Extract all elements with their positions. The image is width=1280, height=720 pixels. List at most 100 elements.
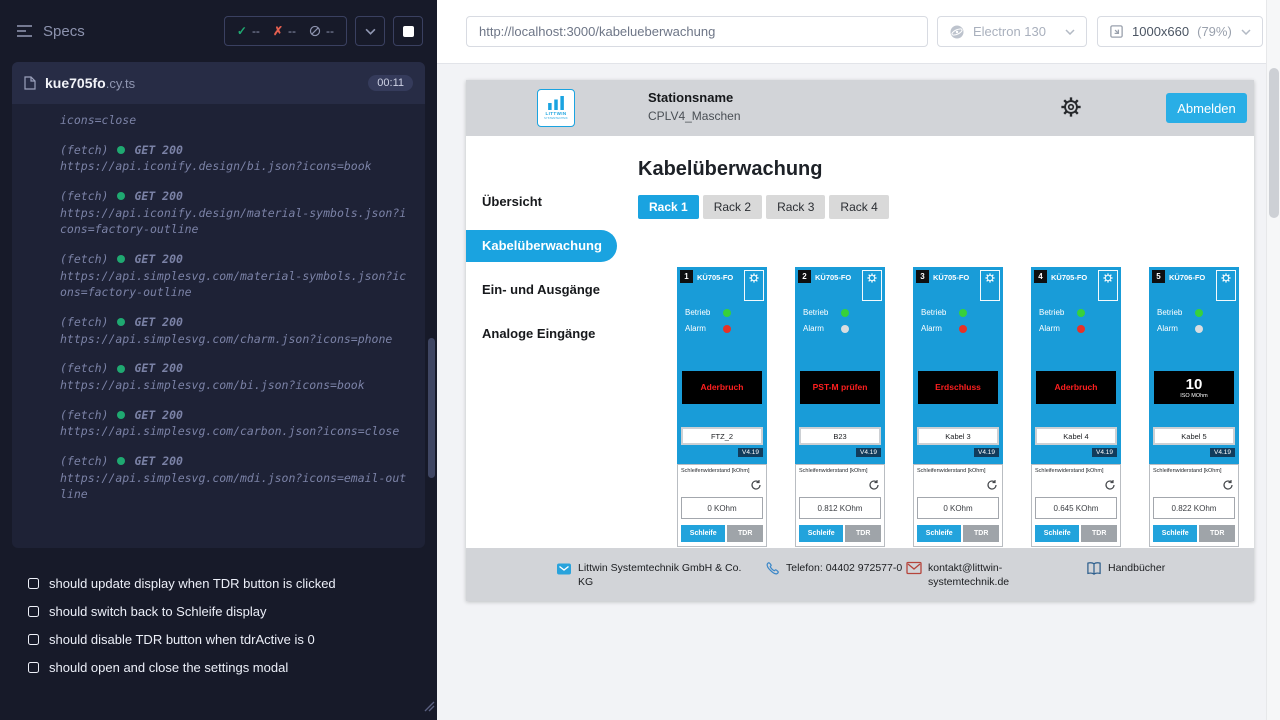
- stop-icon: [403, 26, 414, 37]
- refresh-icon: [1222, 479, 1234, 491]
- card-gear-icon[interactable]: [1103, 273, 1113, 283]
- window-scrollbar-thumb[interactable]: [1269, 68, 1279, 218]
- alarm-row: Alarm: [1039, 324, 1085, 333]
- rack-tab[interactable]: Rack 4: [829, 195, 888, 219]
- log-entry[interactable]: (fetch) GET 200 https://api.simplesvg.co…: [60, 360, 413, 393]
- rack-tab[interactable]: Rack 2: [703, 195, 762, 219]
- refresh-button[interactable]: [868, 478, 880, 496]
- alarm-led: [723, 325, 731, 333]
- measurement-panel: Schleifenwiderstand [kOhm] 0 KOhm Schlei…: [913, 464, 1003, 547]
- fault-text: Aderbruch: [1053, 383, 1100, 393]
- spec-extension: .cy.ts: [106, 76, 135, 91]
- card-gear-icon[interactable]: [867, 273, 877, 283]
- log-entry[interactable]: (fetch) GET 200 https://api.simplesvg.co…: [60, 314, 413, 347]
- slot-number: 2: [798, 270, 811, 283]
- spec-header: kue705fo.cy.ts 00:11: [12, 62, 425, 104]
- sidebar-item[interactable]: Übersicht: [466, 186, 622, 218]
- log-entry-url: icons=close: [60, 112, 413, 129]
- log-entry[interactable]: (fetch) GET 200 https://api.simplesvg.co…: [60, 407, 413, 440]
- refresh-button[interactable]: [986, 478, 998, 496]
- alarm-label: Alarm: [803, 324, 833, 333]
- stat-failed: ✗--: [273, 24, 296, 38]
- test-list-item[interactable]: should open and close the settings modal: [0, 654, 437, 682]
- betrieb-led: [723, 309, 731, 317]
- schleife-button[interactable]: Schleife: [681, 525, 725, 542]
- log-entry-status: GET 200: [134, 142, 182, 159]
- test-state-icon: [28, 578, 39, 589]
- spec-panel: kue705fo.cy.ts 00:11 icons=close (fetch)…: [12, 62, 425, 548]
- device-card: 2 KÜ705-FO Betrieb: [795, 267, 885, 547]
- footer-email[interactable]: kontakt@littwin-systemtechnik.de: [906, 561, 1020, 589]
- app-footer: Littwin Systemtechnik GmbH & Co. KG Tele…: [466, 548, 1254, 601]
- refresh-icon: [986, 479, 998, 491]
- check-icon: ✓: [237, 24, 247, 38]
- log-entry[interactable]: (fetch) GET 200 https://api.simplesvg.co…: [60, 251, 413, 301]
- status-display: Erdschluss: [918, 371, 998, 404]
- rack-tab[interactable]: Rack 3: [766, 195, 825, 219]
- runner-scrollbar-thumb[interactable]: [428, 338, 435, 478]
- log-entry-status: GET 200: [134, 188, 182, 205]
- card-gear-icon[interactable]: [749, 273, 759, 283]
- status-display: Aderbruch: [682, 371, 762, 404]
- log-entry-type: (fetch): [60, 407, 108, 424]
- sidebar-item-label: Analoge Eingänge: [482, 326, 595, 341]
- betrieb-led: [959, 309, 967, 317]
- betrieb-led: [1195, 309, 1203, 317]
- log-entry[interactable]: icons=close: [60, 112, 413, 129]
- fault-text: Aderbruch: [699, 383, 746, 393]
- collapse-button[interactable]: [355, 16, 385, 46]
- tdr-button[interactable]: TDR: [963, 525, 999, 542]
- footer-manuals[interactable]: Handbücher: [1086, 561, 1165, 576]
- stop-button[interactable]: [393, 16, 423, 46]
- log-entry-head: (fetch) GET 200: [60, 314, 413, 331]
- mode-buttons: Schleife TDR: [1035, 525, 1117, 542]
- sidebar-item[interactable]: Kabelüberwachung: [466, 230, 617, 262]
- log-entry[interactable]: (fetch) GET 200 https://api.iconify.desi…: [60, 188, 413, 238]
- url-input[interactable]: [466, 16, 928, 47]
- display-value: 10: [1186, 377, 1203, 392]
- tdr-button[interactable]: TDR: [1081, 525, 1117, 542]
- tdr-button[interactable]: TDR: [1199, 525, 1235, 542]
- status-dot-icon: [117, 192, 125, 200]
- panel-resize-handle[interactable]: [423, 699, 435, 717]
- device-cards: 1 KÜ705-FO Betrieb: [677, 267, 1254, 547]
- logout-button[interactable]: Abmelden: [1166, 93, 1247, 123]
- test-list-item[interactable]: should update display when TDR button is…: [0, 570, 437, 598]
- viewport-select[interactable]: 1000x660 (79%): [1097, 16, 1263, 47]
- rack-tab[interactable]: Rack 1: [638, 195, 699, 219]
- log-entry-head: (fetch) GET 200: [60, 142, 413, 159]
- spec-name[interactable]: kue705fo.cy.ts: [45, 75, 135, 91]
- sidebar-item[interactable]: Ein- und Ausgänge: [466, 274, 622, 306]
- log-entry-url: https://api.simplesvg.com/carbon.json?ic…: [60, 423, 413, 440]
- firmware-version: V4.19: [738, 448, 763, 457]
- schleife-button[interactable]: Schleife: [917, 525, 961, 542]
- betrieb-row: Betrieb: [685, 308, 731, 317]
- tdr-button[interactable]: TDR: [845, 525, 881, 542]
- specs-toggle[interactable]: Specs: [16, 23, 85, 40]
- schleife-button[interactable]: Schleife: [799, 525, 843, 542]
- log-entry-head: (fetch) GET 200: [60, 188, 413, 205]
- test-list-item[interactable]: should switch back to Schleife display: [0, 598, 437, 626]
- refresh-button[interactable]: [1222, 478, 1234, 496]
- schleife-button[interactable]: Schleife: [1035, 525, 1079, 542]
- log-entry-status: GET 200: [134, 453, 182, 470]
- card-gear-icon[interactable]: [985, 273, 995, 283]
- log-entry[interactable]: (fetch) GET 200 https://api.iconify.desi…: [60, 142, 413, 175]
- refresh-button[interactable]: [1104, 478, 1116, 496]
- card-gear-icon[interactable]: [1221, 273, 1231, 283]
- device-model: KÜ706-FO: [1169, 273, 1205, 282]
- contact-card-icon: [556, 561, 572, 577]
- schleife-button[interactable]: Schleife: [1153, 525, 1197, 542]
- cable-name-strip: Kabel 3: [917, 427, 999, 445]
- log-entry[interactable]: (fetch) GET 200 https://api.simplesvg.co…: [60, 453, 413, 503]
- settings-button[interactable]: [1060, 96, 1082, 123]
- refresh-button[interactable]: [750, 478, 762, 496]
- app-main: Kabelüberwachung Rack 1 Rack 2 Rack 3 Ra…: [622, 136, 1254, 548]
- sidebar-item[interactable]: Analoge Eingänge: [466, 318, 622, 350]
- browser-select[interactable]: Electron 130: [937, 16, 1087, 47]
- cable-name: B23: [801, 429, 879, 443]
- test-list-item[interactable]: should disable TDR button when tdrActive…: [0, 626, 437, 654]
- measurement-value: 0 KOhm: [681, 497, 763, 519]
- tdr-button[interactable]: TDR: [727, 525, 763, 542]
- app-sidebar: Übersicht Kabelüberwachung Ein- und Ausg…: [466, 136, 622, 548]
